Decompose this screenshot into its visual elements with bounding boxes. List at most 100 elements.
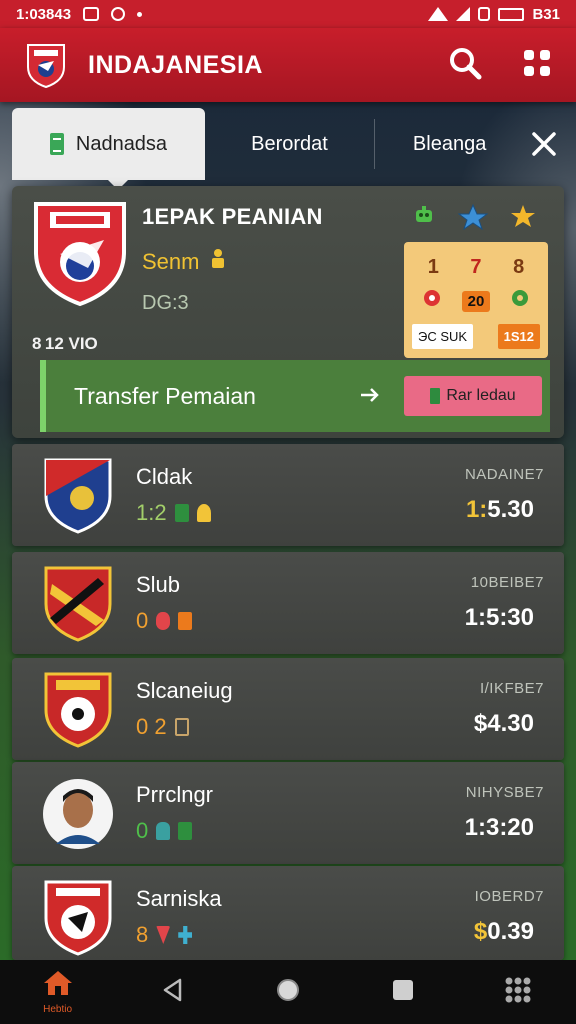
club-price: $0.39 (474, 918, 534, 946)
list-item[interactable]: Cldak 1:2 NADAINE7 1:5.30 (12, 444, 564, 546)
club-meta-text: 1:2 (136, 500, 167, 525)
document-icon (49, 133, 64, 155)
nav-apps-button[interactable] (483, 960, 553, 1024)
plus-icon (178, 926, 193, 944)
club-price: $4.30 (474, 710, 534, 738)
menu-grid-icon[interactable] (522, 48, 552, 83)
home-circle-icon (275, 977, 301, 1008)
nav-back-button[interactable] (138, 960, 208, 1024)
nav-recents-button[interactable] (368, 960, 438, 1024)
price-prefix: 1:3 (464, 814, 500, 841)
club-crest-icon (42, 670, 114, 748)
club-meta-text: 8 (136, 922, 149, 947)
featured-title: 1EPAK PEANIAN (142, 204, 323, 229)
price-prefix: $ (473, 710, 488, 737)
wifi-icon (428, 7, 449, 21)
arrow-right-icon[interactable] (360, 383, 380, 409)
price-value: 4.30 (487, 710, 534, 737)
nav-home-label: Hebtio (43, 1004, 73, 1015)
stat-value: 1 (427, 255, 439, 278)
list-item[interactable]: Prrclngr 0 NIHYSBE7 1:3:20 (12, 762, 564, 864)
bag-icon (174, 718, 189, 736)
club-price: 1:5.30 (466, 496, 534, 524)
tab-nadnadsa[interactable]: Nadnadsa (12, 108, 205, 190)
club-code: NADAINE7 (464, 466, 544, 483)
transfer-button-label: Rar ledau (446, 387, 516, 404)
list-item[interactable]: Slcaneiug 0 2 I/IKFBE7 $4.30 (12, 658, 564, 760)
price-value: 5.30 (487, 496, 534, 523)
club-name: Slcaneiug (136, 678, 233, 703)
player-icon (207, 248, 229, 276)
featured-club-card[interactable]: 1EPAK PEANIAN Senm DG:3 8 12 VIO 1 7 8 2… (12, 186, 564, 438)
list-item[interactable]: Slub 0 10BEIBE7 1:5:30 (12, 552, 564, 654)
price-prefix: $ (473, 918, 488, 945)
player-icon (178, 612, 193, 630)
recents-icon (391, 978, 415, 1007)
nav-home-button[interactable] (253, 960, 323, 1024)
settings-notification-icon (111, 7, 126, 21)
status-bar: 1:03843 B31 (0, 0, 576, 28)
transfer-label: Transfer Pemaian (74, 382, 256, 409)
stat-tag-highlight: 1S12 (497, 324, 540, 349)
heart-icon (156, 612, 171, 630)
star-blue-icon[interactable] (457, 203, 489, 235)
close-icon[interactable] (524, 108, 564, 180)
club-name: Sarniska (136, 886, 222, 911)
club-name: Slub (136, 572, 181, 597)
price-prefix: 1: (465, 496, 488, 523)
tab-berordat[interactable]: Berordat (205, 108, 374, 180)
club-meta: 1:2 (136, 500, 211, 526)
featured-id: 8 12 VIO (32, 334, 98, 353)
battery-icon (498, 7, 525, 21)
app-logo-icon[interactable] (24, 41, 68, 89)
transfer-bar[interactable]: Transfer Pemaian Rar ledau (40, 360, 550, 432)
app-bar: INDAJANESIA (0, 28, 576, 102)
tab-label: Bleanga (412, 132, 487, 155)
club-code: NIHYSBE7 (465, 784, 544, 801)
shield-icon (510, 288, 530, 314)
document-icon (178, 822, 193, 840)
player-avatar (42, 774, 114, 852)
club-code: IOBERD7 (474, 888, 544, 905)
robot-icon[interactable] (412, 204, 436, 235)
tab-label: Nadnadsa (75, 132, 168, 155)
club-crest-icon (42, 456, 114, 534)
search-icon[interactable] (448, 46, 482, 85)
apps-grid-icon (503, 976, 533, 1009)
document-icon (430, 388, 441, 404)
club-name: Prrclngr (136, 782, 214, 807)
transfer-action-button[interactable]: Rar ledau (404, 376, 542, 416)
stats-panel: 1 7 8 20 ЭС SUK 1S12 (404, 242, 548, 358)
club-meta: 0 2 (136, 714, 189, 740)
stat-value: 8 (513, 255, 525, 278)
player-icon (196, 504, 211, 522)
stat-tag: ЭС SUK (412, 324, 474, 349)
club-meta: 0 (136, 608, 193, 634)
list-item[interactable]: Sarniska 8 IOBERD7 $0.39 (12, 866, 564, 960)
home-icon (42, 969, 74, 1002)
club-name: Cldak (136, 464, 193, 489)
shield-icon (156, 926, 171, 944)
dot-icon (137, 11, 143, 17)
featured-subtitle-text: Senm (142, 249, 200, 274)
featured-subtitle: Senm (142, 248, 229, 276)
star-gold-icon[interactable] (510, 204, 536, 235)
club-crest-icon (42, 878, 114, 956)
price-prefix: 1:5 (464, 604, 500, 631)
soccer-ball-icon (422, 288, 442, 314)
club-crest-icon (30, 196, 130, 308)
signal-icon (456, 7, 471, 21)
nav-home[interactable]: Hebtio (23, 960, 93, 1024)
club-price: 1:5:30 (465, 604, 534, 632)
back-icon (162, 978, 184, 1007)
shirt-icon (156, 822, 171, 840)
club-meta-text: 0 (136, 818, 149, 843)
tab-bleanga[interactable]: Bleanga (375, 108, 524, 180)
club-crest-icon (42, 564, 114, 642)
price-value: :30 (499, 604, 534, 631)
price-value: 0.39 (487, 918, 534, 945)
club-code: 10BEIBE7 (470, 574, 544, 591)
bottom-nav: Hebtio (0, 960, 576, 1024)
club-meta: 0 (136, 818, 193, 844)
sim-icon (478, 7, 491, 21)
